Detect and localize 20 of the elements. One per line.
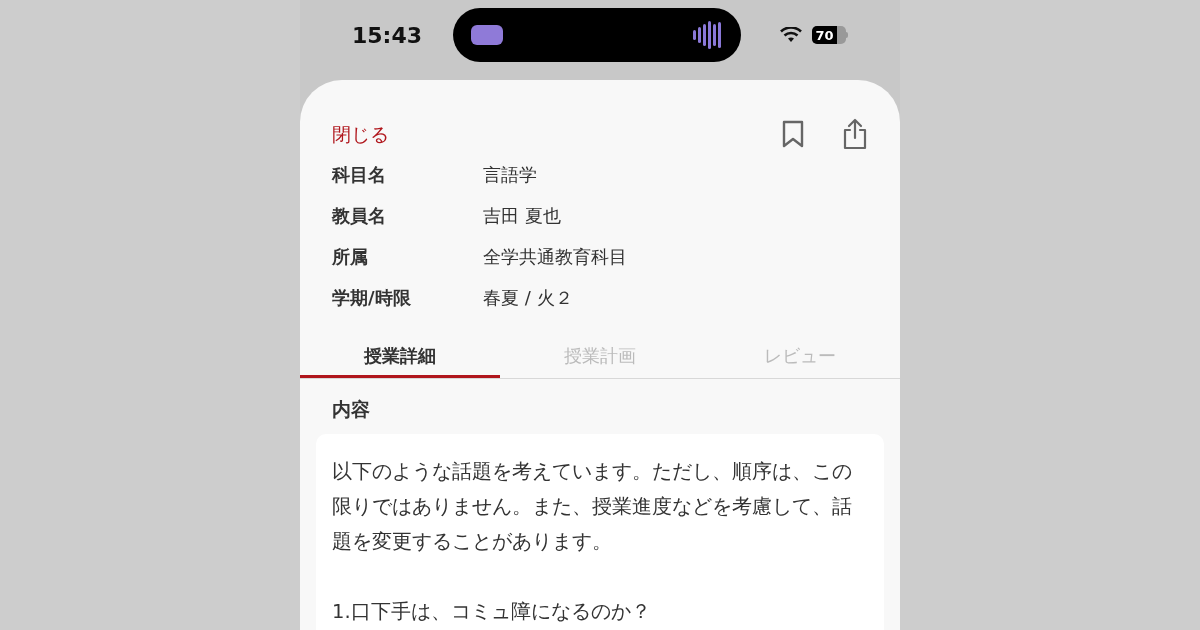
info-label: 科目名 (332, 163, 387, 187)
section-title: 内容 (331, 397, 371, 422)
info-value: 春夏 / 火２ (483, 286, 573, 310)
tab[interactable]: 授業詳細 (300, 332, 500, 378)
status-time: 15:43 (352, 21, 424, 50)
info-label: 教員名 (332, 204, 387, 228)
content-paragraph: 1.口下手は、コミュ障になるのか？ (332, 598, 652, 625)
content-paragraph: 以下のような話題を考えています。ただし、順序は、この限りではありません。また、授業進度などを考慮して、話題を変更することがあります。 (332, 458, 853, 555)
album-thumbnail (471, 25, 503, 45)
info-label: 学期/時限 (332, 286, 412, 310)
info-label: 所属 (332, 245, 369, 269)
bookmark-icon[interactable] (782, 120, 804, 148)
share-icon[interactable] (842, 118, 868, 150)
waveform-icon (693, 19, 723, 51)
battery-percentage: 70 (815, 28, 834, 42)
info-value: 全学共通教育科目 (483, 245, 627, 269)
close-button[interactable]: 閉じる (332, 119, 389, 149)
info-value: 吉田 夏也 (483, 204, 561, 228)
wifi-icon (780, 27, 802, 43)
info-value: 言語学 (483, 163, 537, 187)
